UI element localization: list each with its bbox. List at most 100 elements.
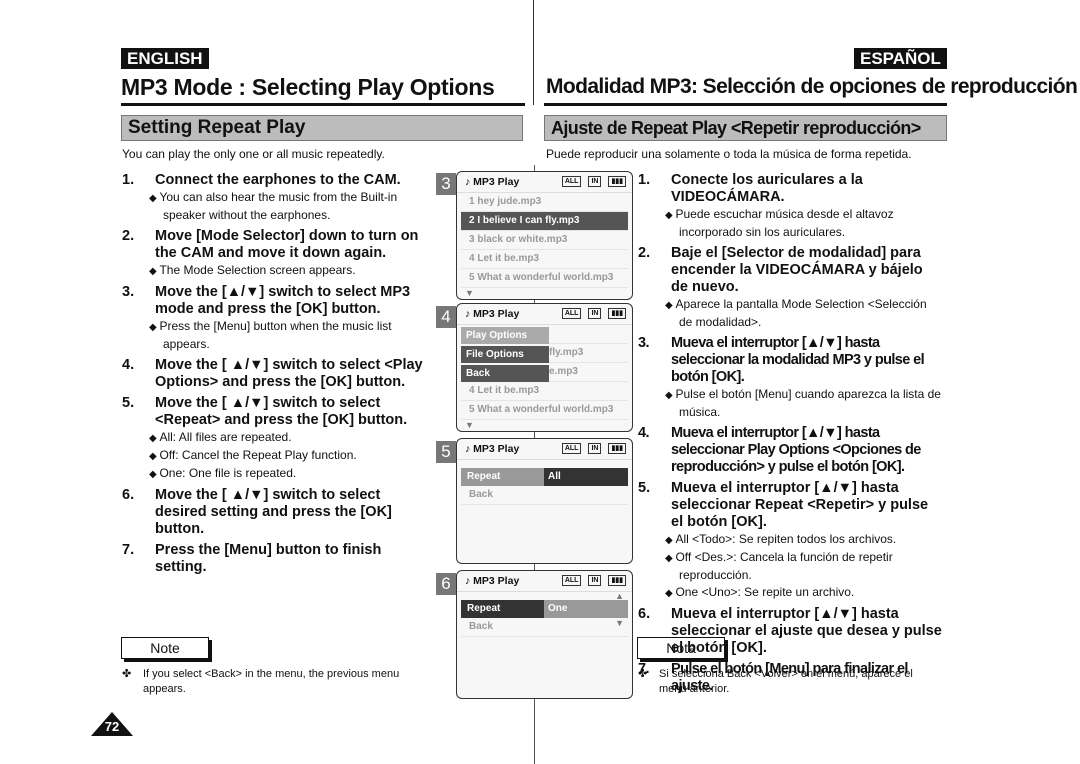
list-item: 5 What a wonderful world.mp3 bbox=[461, 401, 628, 420]
repeat-all-icon: ALL bbox=[561, 443, 582, 454]
step: 6. Move the [ ▲/▼] switch to select desir… bbox=[122, 487, 427, 538]
note-body: Si selecciona Back <Volver> en el menú, … bbox=[659, 668, 913, 695]
language-badge-spanish: ESPAÑOL bbox=[854, 48, 947, 69]
music-note-icon: ♪ bbox=[465, 575, 474, 587]
step-number: 2. bbox=[122, 228, 135, 244]
screen-header: MP3 Play bbox=[473, 176, 520, 188]
screen-repeat-one: ♪ MP3 Play ALL IN ▮▮▮ ▲ Repeat One Back ▼ bbox=[456, 570, 633, 699]
step: 5. Mueva el interruptor [▲/▼] hasta selec… bbox=[638, 480, 943, 531]
status-icons: ALL IN ▮▮▮ bbox=[561, 176, 626, 187]
screen-repeat-all: ♪ MP3 Play ALL IN ▮▮▮ Repeat All Back bbox=[456, 438, 633, 564]
step-bullet: One <Uno>: Se repite un archivo. bbox=[638, 584, 943, 602]
note-text-spanish: ✤ Si selecciona Back <Volver> en el menú,… bbox=[638, 667, 938, 697]
step-bullet: Puede escuchar música desde el altavoz i… bbox=[638, 206, 943, 241]
step-text: Conecte los auriculares a la VIDEOCÁMARA… bbox=[671, 172, 863, 205]
page-title-spanish: Modalidad MP3: Selección de opciones de … bbox=[546, 75, 1078, 98]
step: 1. Connect the earphones to the CAM. bbox=[122, 172, 427, 189]
memory-icon: IN bbox=[588, 575, 602, 586]
step-number: 6. bbox=[122, 487, 135, 503]
step-text: Baje el [Selector de modalidad] para enc… bbox=[671, 245, 923, 295]
step-number: 3. bbox=[638, 335, 650, 351]
memory-icon: IN bbox=[588, 308, 602, 319]
status-icons: ALL IN ▮▮▮ bbox=[561, 443, 626, 454]
step-bullet: Off <Des.>: Cancela la función de repeti… bbox=[638, 549, 943, 584]
step-bullet: Press the [Menu] button when the music l… bbox=[122, 318, 427, 353]
step-text: Connect the earphones to the CAM. bbox=[155, 172, 401, 188]
battery-icon: ▮▮▮ bbox=[608, 575, 626, 586]
note-text: ✤ If you select <Back> in the menu, the p… bbox=[122, 667, 422, 697]
status-icons: ALL IN ▮▮▮ bbox=[561, 308, 626, 319]
list-item: 4 Let it be.mp3 bbox=[461, 382, 628, 401]
note-bullet-icon: ✤ bbox=[122, 668, 132, 680]
step-text: Mueva el interruptor [▲/▼] hasta selecci… bbox=[671, 480, 929, 530]
screen-music-list: ♪ MP3 Play ALL IN ▮▮▮ 1 hey jude.mp3 2 I be… bbox=[456, 171, 633, 300]
step-number: 7. bbox=[122, 542, 135, 558]
step-bullet: Pulse el botón [Menu] cuando aparezca la… bbox=[638, 386, 943, 421]
repeat-all-icon: ALL bbox=[561, 176, 582, 187]
step-bullet: All <Todo>: Se repiten todos los archivo… bbox=[638, 531, 943, 549]
screen-options-menu: ♪ MP3 Play ALL IN ▮▮▮ fly.mp3 e.mp3 4 Let i… bbox=[456, 303, 633, 432]
screen-number: 5 bbox=[436, 441, 456, 463]
step-number: 1. bbox=[638, 172, 651, 188]
note-label: Note bbox=[121, 637, 209, 659]
repeat-value: All bbox=[544, 468, 628, 486]
screen-header: MP3 Play bbox=[473, 443, 520, 455]
scroll-down-icon: ▼ bbox=[615, 618, 624, 628]
repeat-label: Repeat bbox=[461, 600, 544, 618]
step-bullet: One: One file is repeated. bbox=[122, 465, 427, 483]
step-text: Move the [ ▲/▼] switch to select desired… bbox=[155, 487, 392, 537]
repeat-all-icon: ALL bbox=[561, 308, 582, 319]
steps-english: 1. Connect the earphones to the CAM.You c… bbox=[122, 172, 427, 576]
screen-number: 6 bbox=[436, 573, 456, 595]
screen-header: MP3 Play bbox=[473, 308, 520, 320]
repeat-label: Repeat bbox=[461, 468, 544, 486]
screen-number: 4 bbox=[436, 306, 456, 328]
repeat-setting-row: Repeat All bbox=[461, 468, 628, 486]
step-text: Mueva el interruptor [▲/▼] hasta selecci… bbox=[671, 335, 925, 385]
step: 4. Move the [ ▲/▼] switch to select <Play… bbox=[122, 357, 427, 391]
step: 7. Press the [Menu] button to finish sett… bbox=[122, 542, 427, 576]
step: 3. Move the [▲/▼] switch to select MP3 mo… bbox=[122, 284, 427, 318]
note-body: If you select <Back> in the menu, the pr… bbox=[143, 668, 400, 695]
music-note-icon: ♪ bbox=[465, 176, 474, 188]
step: 4. Mueva el interruptor [▲/▼] hasta selec… bbox=[638, 425, 943, 476]
step-text: Mueva el interruptor [▲/▼] hasta selecci… bbox=[671, 425, 921, 475]
screen-number: 3 bbox=[436, 173, 456, 195]
step-text: Move [Mode Selector] down to turn on the… bbox=[155, 228, 419, 261]
menu-item-back: Back bbox=[461, 365, 549, 382]
step-bullet: Aparece la pantalla Mode Selection <Sele… bbox=[638, 296, 943, 331]
language-badge-english: ENGLISH bbox=[121, 48, 209, 69]
list-item: 5 What a wonderful world.mp3 bbox=[461, 269, 628, 288]
manual-page: ENGLISH ESPAÑOL MP3 Mode : Selecting Pla… bbox=[0, 0, 1080, 764]
list-item: 1 hey jude.mp3 bbox=[461, 193, 628, 212]
column-divider bbox=[533, 0, 534, 105]
step-number: 4. bbox=[638, 425, 650, 441]
note-bullet-icon: ✤ bbox=[638, 668, 648, 680]
section-heading-english: Setting Repeat Play bbox=[121, 115, 523, 141]
memory-icon: IN bbox=[588, 176, 602, 187]
title-rule bbox=[121, 103, 525, 106]
memory-icon: IN bbox=[588, 443, 602, 454]
step: 3. Mueva el interruptor [▲/▼] hasta selec… bbox=[638, 335, 943, 386]
scroll-up-icon: ▲ bbox=[615, 591, 624, 601]
page-title-english: MP3 Mode : Selecting Play Options bbox=[121, 74, 495, 100]
list-item-selected: 2 I believe I can fly.mp3 bbox=[461, 212, 628, 231]
menu-item-file-options: File Options bbox=[461, 346, 549, 363]
step-bullet: You can also hear the music from the Bui… bbox=[122, 189, 427, 224]
battery-icon: ▮▮▮ bbox=[608, 308, 626, 319]
scroll-down-icon: ▼ bbox=[465, 288, 474, 298]
section-heading-spanish: Ajuste de Repeat Play <Repetir reproducc… bbox=[544, 115, 947, 141]
scroll-down-icon: ▼ bbox=[465, 420, 474, 430]
battery-icon: ▮▮▮ bbox=[608, 443, 626, 454]
intro-english: You can play the only one or all music r… bbox=[122, 147, 385, 161]
title-rule bbox=[544, 103, 947, 106]
step-bullet: All: All files are repeated. bbox=[122, 429, 427, 447]
repeat-setting-row: Repeat One bbox=[461, 600, 628, 618]
steps-spanish: 1. Conecte los auriculares a la VIDEOCÁMA… bbox=[638, 172, 943, 695]
step-number: 5. bbox=[638, 480, 651, 496]
step-number: 3. bbox=[122, 284, 135, 300]
step: 5. Move the [ ▲/▼] switch to select <Repe… bbox=[122, 395, 427, 429]
list-item: 3 black or white.mp3 bbox=[461, 231, 628, 250]
repeat-all-icon: ALL bbox=[561, 575, 582, 586]
step-bullet: Off: Cancel the Repeat Play function. bbox=[122, 447, 427, 465]
